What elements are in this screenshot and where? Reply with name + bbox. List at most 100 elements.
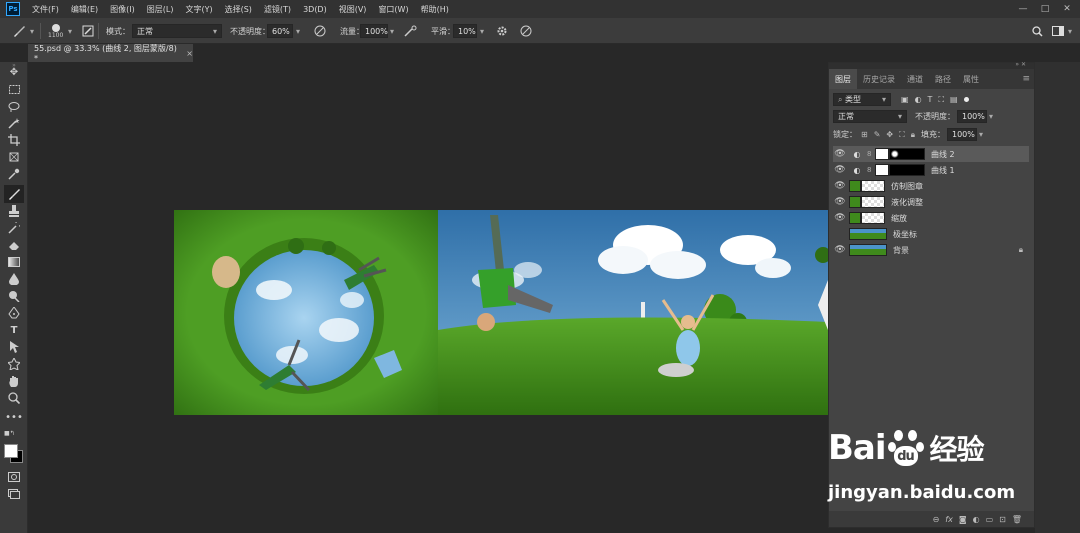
panel-menu-icon[interactable]: ≡ xyxy=(1018,69,1034,89)
magic-wand-tool-icon[interactable] xyxy=(4,115,24,131)
menu-help[interactable]: 帮助(H) xyxy=(415,4,455,15)
new-group-icon[interactable]: ▭ xyxy=(986,515,994,524)
menu-image[interactable]: 图像(I) xyxy=(104,4,141,15)
filter-toggle-icon[interactable] xyxy=(963,97,969,102)
more-tools-icon[interactable]: ••• xyxy=(4,409,24,425)
crop-tool-icon[interactable] xyxy=(4,132,24,148)
menu-view[interactable]: 视图(V) xyxy=(333,4,373,15)
menu-select[interactable]: 选择(S) xyxy=(219,4,258,15)
lock-position-icon[interactable]: ✥ xyxy=(886,130,893,140)
layer-opacity-input[interactable]: 100% xyxy=(957,110,987,123)
zoom-tool-icon[interactable] xyxy=(4,390,24,406)
pressure-size-icon[interactable] xyxy=(520,18,532,44)
menu-layer[interactable]: 图层(L) xyxy=(141,4,180,15)
history-brush-tool-icon[interactable] xyxy=(4,220,24,236)
gradient-tool-icon[interactable] xyxy=(4,254,24,270)
canvas-area[interactable] xyxy=(28,62,828,533)
link-layers-icon[interactable]: ⊖ xyxy=(933,515,940,524)
marquee-tool-icon[interactable] xyxy=(4,81,24,97)
menu-3d[interactable]: 3D(D) xyxy=(297,5,333,14)
visibility-eye-icon[interactable]: 👁︎ xyxy=(833,245,847,255)
airbrush-icon[interactable] xyxy=(404,18,417,44)
workspace-dropdown[interactable]: ▾ xyxy=(1068,18,1072,44)
smoothing-slider-dropdown[interactable]: ▾ xyxy=(480,18,484,44)
add-mask-icon[interactable]: ◙ xyxy=(959,515,967,524)
tab-channels[interactable]: 通道 xyxy=(901,69,929,89)
opacity-slider-dropdown[interactable]: ▾ xyxy=(296,18,300,44)
brush-settings-icon[interactable] xyxy=(82,18,94,44)
layer-row-curves-1[interactable]: 👁︎ ◐ 8 曲线 1 xyxy=(833,162,1029,178)
menu-file[interactable]: 文件(F) xyxy=(26,4,65,15)
filter-kind-select[interactable]: ⌕ 类型 ▾ xyxy=(833,93,891,106)
visibility-eye-icon[interactable]: 👁︎ xyxy=(833,197,847,207)
shape-tool-icon[interactable] xyxy=(4,356,24,372)
frame-tool-icon[interactable] xyxy=(4,149,24,165)
mode-select[interactable]: 正常 ▾ xyxy=(132,18,222,44)
brush-picker-dropdown[interactable]: ▾ xyxy=(68,18,72,44)
visibility-eye-icon[interactable]: 👁︎ xyxy=(833,149,847,159)
dodge-tool-icon[interactable] xyxy=(4,288,24,304)
filter-adjust-icon[interactable]: ◐ xyxy=(915,95,922,105)
mask-link-icon[interactable]: 8 xyxy=(867,166,875,174)
brush-picker[interactable]: 1100 xyxy=(48,18,63,44)
fill-dropdown[interactable]: ▾ xyxy=(979,130,983,139)
delete-layer-icon[interactable]: 🗑︎ xyxy=(1012,515,1022,524)
opacity-input[interactable]: 60% xyxy=(267,18,293,44)
clone-stamp-tool-icon[interactable] xyxy=(4,203,24,219)
close-button[interactable]: ✕ xyxy=(1056,0,1078,18)
visibility-eye-icon[interactable]: 👁︎ xyxy=(833,181,847,191)
filter-type-icon[interactable]: T xyxy=(928,95,933,105)
eraser-tool-icon[interactable] xyxy=(4,237,24,253)
lock-artboard-icon[interactable]: ⛶ xyxy=(899,130,905,140)
brush-tool-icon[interactable] xyxy=(4,185,24,203)
layer-row-polar[interactable]: · 极坐标 xyxy=(833,226,1029,242)
lock-all-icon[interactable]: 🔒︎ xyxy=(911,130,915,140)
lock-pixels-icon[interactable]: ✎ xyxy=(874,130,881,140)
path-selection-tool-icon[interactable] xyxy=(4,339,24,355)
maximize-button[interactable]: □ xyxy=(1034,0,1056,18)
smoothing-options-gear-icon[interactable] xyxy=(496,18,508,44)
foreground-color-swatch[interactable] xyxy=(4,444,18,458)
move-tool-icon[interactable]: ✥ xyxy=(4,64,24,80)
tab-layers[interactable]: 图层 xyxy=(829,69,857,89)
visibility-toggle-empty[interactable]: · xyxy=(833,229,847,239)
menu-filter[interactable]: 滤镜(T) xyxy=(258,4,297,15)
lock-transparent-icon[interactable]: ⊞ xyxy=(861,130,868,140)
new-layer-icon[interactable]: ⊡ xyxy=(999,515,1006,524)
workspace-icon[interactable] xyxy=(1052,18,1064,44)
type-tool-icon[interactable]: T xyxy=(4,322,24,338)
blend-mode-select[interactable]: 正常 ▾ xyxy=(833,110,907,123)
hand-tool-icon[interactable] xyxy=(4,373,24,389)
fill-input[interactable]: 100% xyxy=(946,128,977,141)
layer-row-liquify[interactable]: 👁︎ 液化调整 xyxy=(833,194,1029,210)
layer-row-clone-stamp[interactable]: 👁︎ 仿制图章 xyxy=(833,178,1029,194)
close-tab-icon[interactable]: × xyxy=(186,49,193,58)
filter-pixel-icon[interactable]: ▣ xyxy=(901,95,909,105)
layer-mask-thumb[interactable] xyxy=(889,164,925,176)
screen-mode-icon[interactable] xyxy=(4,486,24,502)
layer-row-curves-2[interactable]: 👁︎ ◐ 8 曲线 2 xyxy=(833,146,1029,162)
flow-input[interactable]: 100% xyxy=(360,18,388,44)
menu-window[interactable]: 窗口(W) xyxy=(372,4,414,15)
pen-tool-icon[interactable] xyxy=(4,305,24,321)
document-tab[interactable]: 55.psd @ 33.3% (曲线 2, 图层蒙版/8) * × xyxy=(28,44,193,63)
visibility-eye-icon[interactable]: 👁︎ xyxy=(833,165,847,175)
fx-icon[interactable]: fx xyxy=(945,515,953,524)
filter-smart-icon[interactable]: ▤ xyxy=(950,95,958,105)
flow-slider-dropdown[interactable]: ▾ xyxy=(390,18,394,44)
filter-shape-icon[interactable]: ⛶ xyxy=(938,95,944,105)
tab-history[interactable]: 历史记录 xyxy=(857,69,901,89)
eyedropper-tool-icon[interactable] xyxy=(4,166,24,182)
brush-tool-icon[interactable] xyxy=(12,18,26,44)
lasso-tool-icon[interactable] xyxy=(4,98,24,114)
tab-paths[interactable]: 路径 xyxy=(929,69,957,89)
menu-type[interactable]: 文字(Y) xyxy=(179,4,218,15)
new-adjustment-icon[interactable]: ◐ xyxy=(973,515,980,524)
visibility-eye-icon[interactable]: 👁︎ xyxy=(833,213,847,223)
layer-mask-thumb[interactable] xyxy=(889,148,925,160)
mask-link-icon[interactable]: 8 xyxy=(867,150,875,158)
menu-edit[interactable]: 编辑(E) xyxy=(65,4,104,15)
layer-row-background[interactable]: 👁︎ 背景 🔒︎ xyxy=(833,242,1029,258)
blur-tool-icon[interactable] xyxy=(4,271,24,287)
tool-preset-dropdown[interactable]: ▾ xyxy=(30,18,34,44)
